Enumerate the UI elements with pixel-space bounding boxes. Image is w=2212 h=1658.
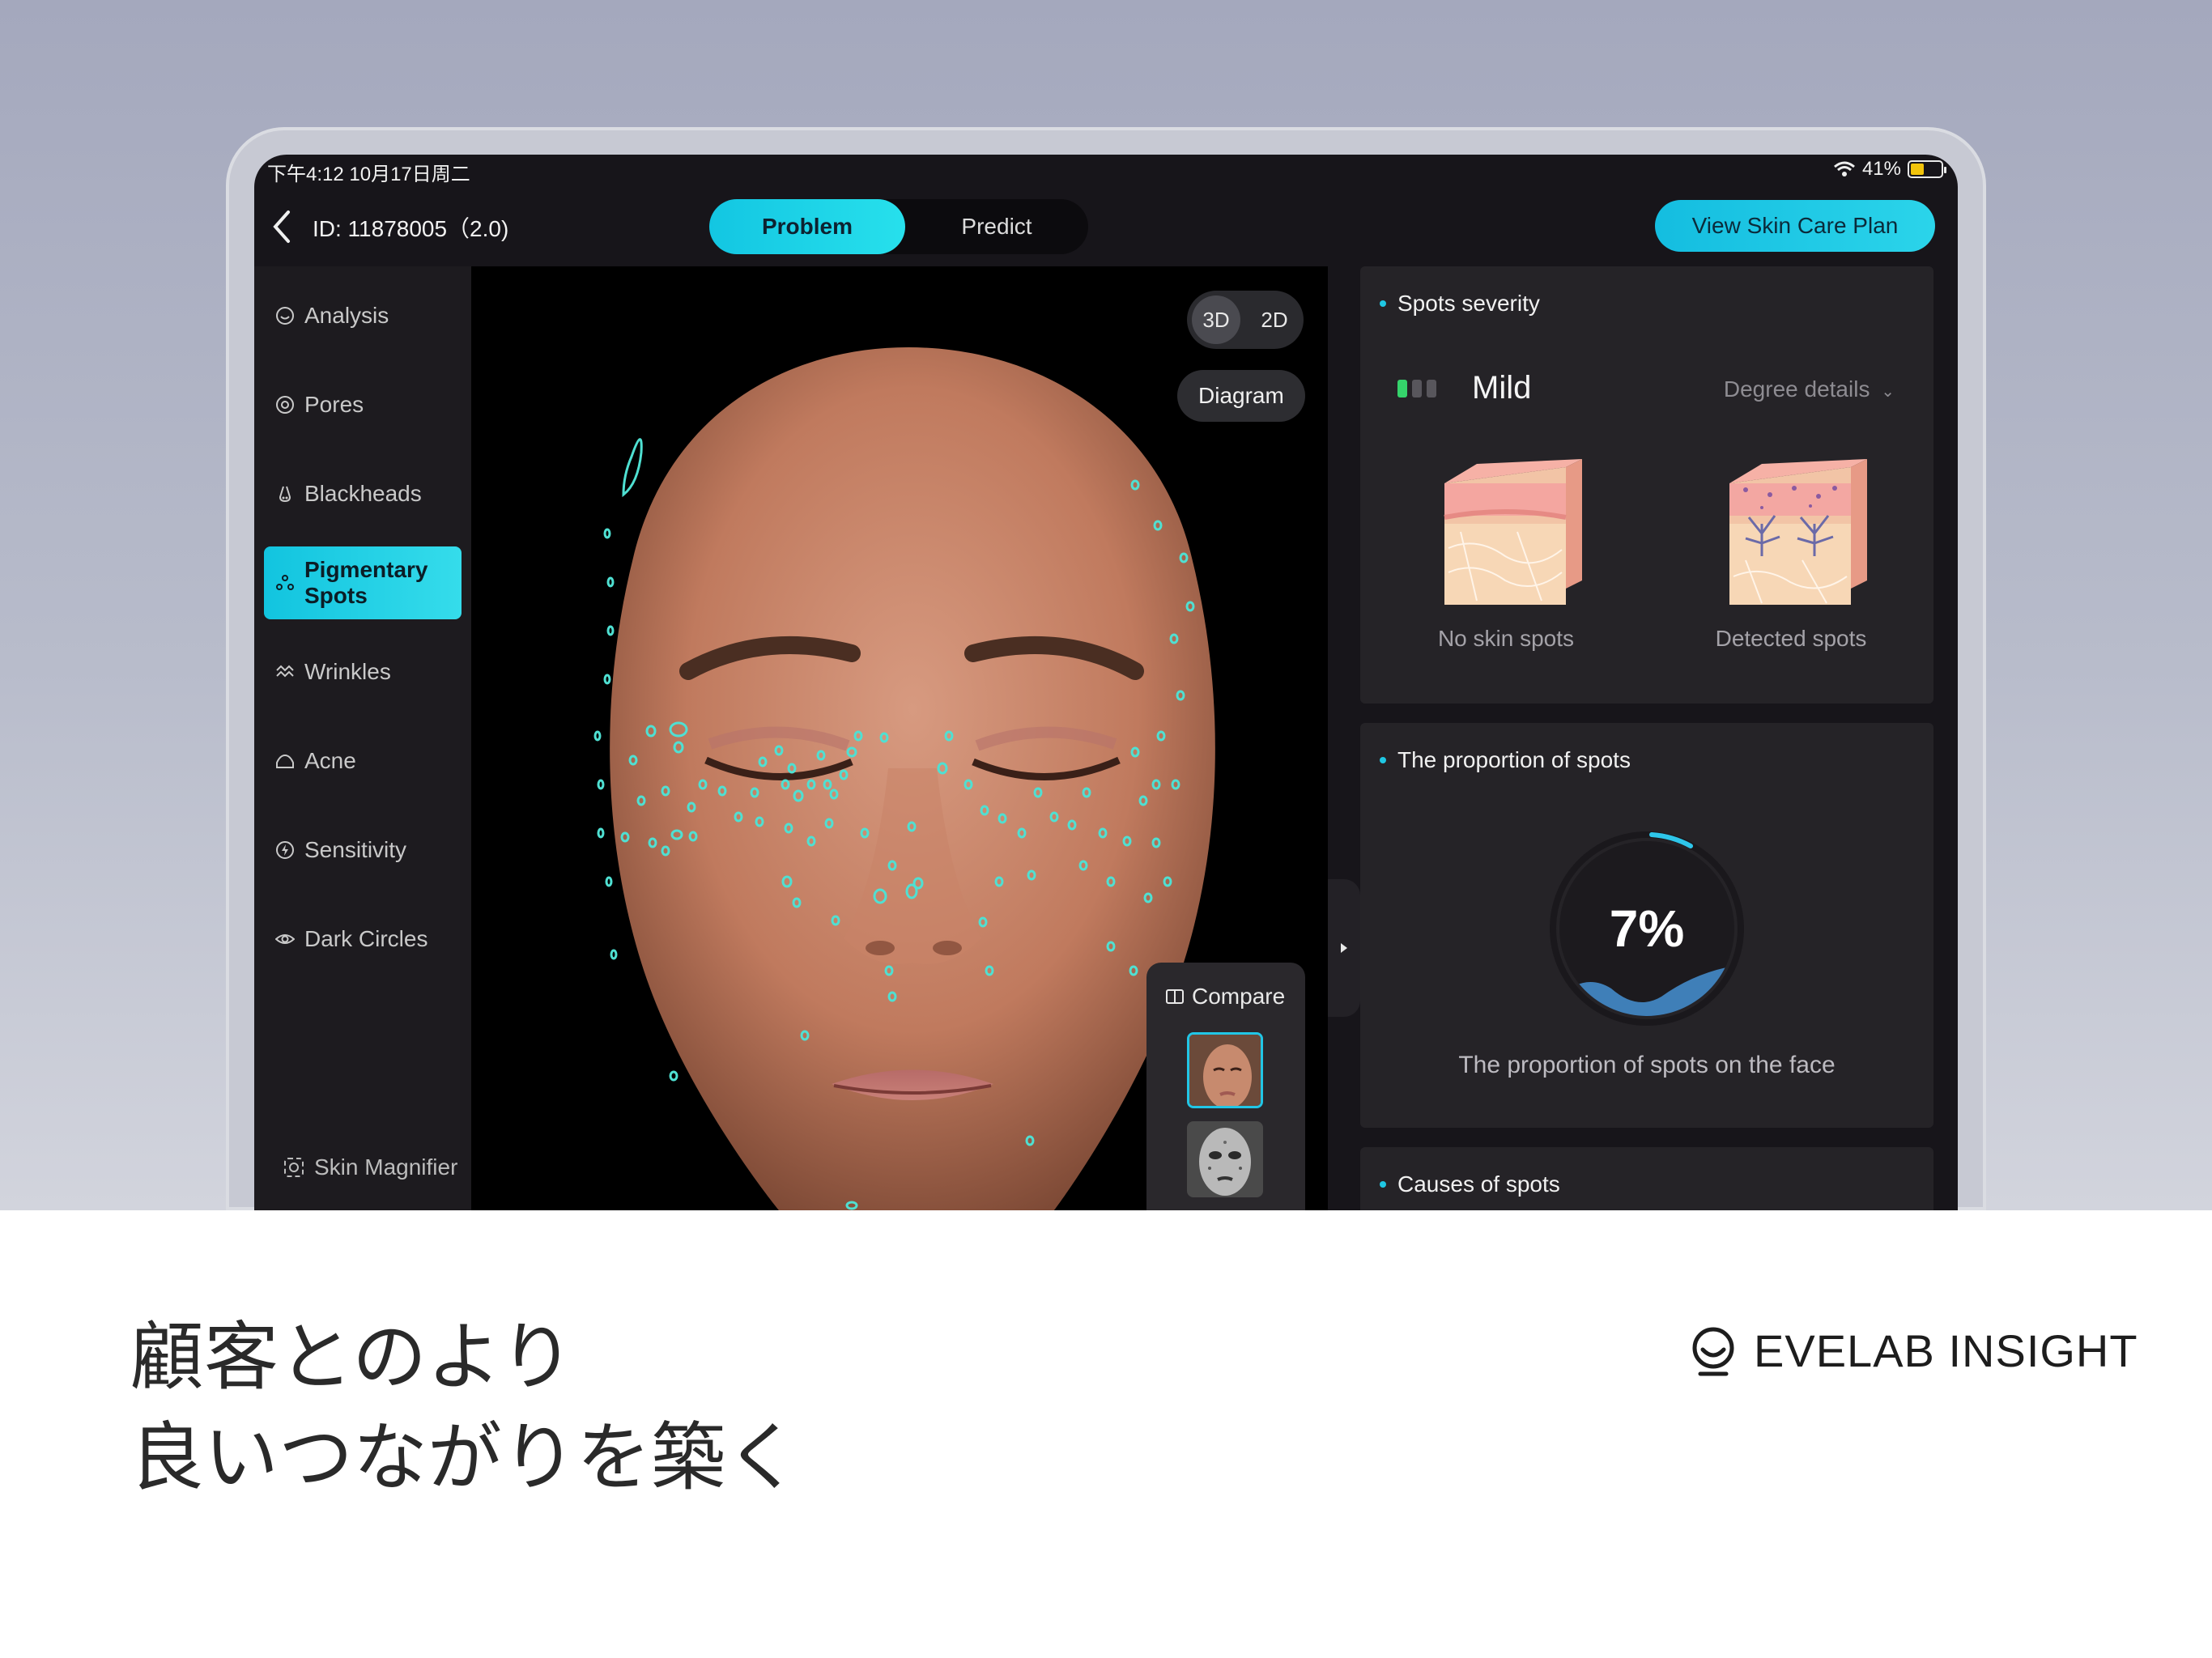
compare-panel: Compare	[1146, 963, 1305, 1210]
severity-bar	[1412, 380, 1422, 397]
proportion-value: 7%	[1609, 899, 1685, 958]
sidebar-item-label: Acne	[304, 748, 356, 773]
smile-icon	[275, 306, 295, 325]
sidebar-item-blackheads[interactable]: Blackheads	[264, 457, 462, 530]
sidebar-item-pigmentary-spots[interactable]: Pigmentary Spots	[264, 546, 462, 619]
causes-title: Causes of spots	[1397, 1171, 1560, 1197]
tab-predict[interactable]: Predict	[905, 199, 1088, 254]
degree-details-link[interactable]: Degree details ⌄	[1724, 376, 1895, 402]
sidebar-item-label: Wrinkles	[304, 659, 391, 684]
sidebar-item-analysis[interactable]: Analysis	[264, 279, 462, 352]
spots-severity-heading: Spots severity	[1380, 291, 1540, 317]
mode-2d-button[interactable]: 2D	[1250, 295, 1299, 344]
smile-logo-icon	[1692, 1327, 1734, 1375]
bullet-dot	[1380, 757, 1386, 763]
bullet-dot	[1380, 1181, 1386, 1188]
spots-severity-panel: Spots severity Mild Degree details ⌄ No …	[1360, 266, 1933, 704]
chevron-left-icon	[273, 210, 290, 243]
sidebar-item-dark-circles[interactable]: Dark Circles	[264, 903, 462, 976]
sidebar-item-label: Blackheads	[304, 481, 422, 506]
brand-logo: EVELAB INSIGHT	[1689, 1324, 2138, 1377]
thumbnail-uv[interactable]	[1187, 1121, 1263, 1197]
sidebar-item-pores[interactable]: Pores	[264, 368, 462, 441]
compare-icon	[1166, 989, 1184, 1004]
compare-label: Compare	[1192, 984, 1286, 1009]
spots-severity-title: Spots severity	[1397, 291, 1540, 316]
wave-icon	[275, 662, 295, 682]
sidebar-item-label: Sensitivity	[304, 837, 407, 862]
bolt-icon	[275, 840, 295, 860]
severity-bar	[1427, 380, 1436, 397]
sidebar-item-sensitivity[interactable]: Sensitivity	[264, 814, 462, 886]
battery-percent: 41%	[1861, 158, 1901, 180]
record-id: ID: 11878005（2.0)	[313, 216, 509, 241]
diagram-button[interactable]: Diagram	[1177, 370, 1305, 422]
chevron-down-icon: ⌄	[1881, 383, 1895, 401]
bump-icon	[275, 751, 295, 771]
proportion-ring: 7%	[1548, 830, 1746, 1027]
compare-button[interactable]: Compare	[1166, 984, 1285, 1010]
severity-bar	[1397, 380, 1407, 397]
sidebar-item-label: Pores	[304, 392, 364, 417]
severity-level: Mild	[1472, 370, 1532, 406]
spots-proportion-heading: The proportion of spots	[1380, 747, 1631, 773]
sidebar-item-acne[interactable]: Acne	[264, 725, 462, 797]
sidebar-item-label: Analysis	[304, 303, 389, 328]
view-mode-toggle: 3D 2D	[1187, 291, 1304, 349]
degree-details-label: Degree details	[1723, 376, 1870, 402]
skin-magnifier-button[interactable]: Skin Magnifier	[283, 1154, 457, 1180]
detected-spots-caption: Detected spots	[1715, 626, 1867, 651]
spots-proportion-title: The proportion of spots	[1397, 747, 1631, 772]
severity-level-bars	[1397, 380, 1436, 397]
causes-of-spots-panel: Causes of spots	[1360, 1147, 1933, 1210]
app-screen: 下午4:12 10月17日周二 41% ID: 11878005（2.0) Pr…	[254, 155, 1958, 1210]
view-skin-care-plan-button[interactable]: View Skin Care Plan	[1655, 200, 1935, 252]
status-time: 下午4:12 10月17日周二	[267, 164, 470, 185]
marketing-headline: 顧客とのより 良いつながりを築く	[130, 1307, 800, 1508]
bullet-dot	[1380, 300, 1386, 307]
thumbnail-color[interactable]	[1187, 1032, 1263, 1108]
headline-line-2: 良いつながりを築く	[130, 1414, 801, 1501]
nose-icon	[275, 484, 295, 504]
view-tabs: Problem Predict	[709, 199, 1088, 254]
no-spots-skin-cube	[1444, 459, 1582, 605]
brand-name: EVELAB INSIGHT	[1754, 1325, 2138, 1376]
tab-problem[interactable]: Problem	[709, 199, 905, 254]
sidebar-item-label: Dark Circles	[304, 926, 428, 951]
caret-right-icon	[1341, 943, 1347, 953]
no-skin-spots-caption: No skin spots	[1437, 626, 1575, 651]
eye-icon	[275, 929, 295, 949]
dots-icon	[275, 573, 295, 593]
back-button[interactable]	[270, 206, 303, 247]
status-bar: 下午4:12 10月17日周二 41%	[254, 155, 1958, 185]
detected-spots-skin-cube	[1729, 459, 1867, 605]
sidebar-item-wrinkles[interactable]: Wrinkles	[264, 636, 462, 708]
causes-heading: Causes of spots	[1380, 1171, 1560, 1197]
headline-line-1: 顧客とのより	[130, 1314, 575, 1401]
skin-magnifier-label: Skin Magnifier	[314, 1154, 458, 1180]
panel-collapse-handle[interactable]	[1328, 879, 1360, 1017]
face-viewer[interactable]: 3D 2D Diagram Compare	[471, 266, 1328, 1210]
magnifier-icon	[284, 1158, 304, 1177]
mode-3d-button[interactable]: 3D	[1192, 295, 1240, 344]
spots-proportion-panel: The proportion of spots 7% The proportio…	[1360, 723, 1933, 1128]
battery-icon	[1908, 160, 1946, 178]
target-icon	[275, 395, 295, 414]
sidebar: Analysis Pores Blackheads Pigmentary Spo…	[254, 266, 471, 1210]
wifi-icon	[1833, 161, 1855, 176]
sidebar-item-label: Pigmentary Spots	[304, 556, 428, 608]
proportion-caption: The proportion of spots on the face	[1458, 1052, 1836, 1078]
